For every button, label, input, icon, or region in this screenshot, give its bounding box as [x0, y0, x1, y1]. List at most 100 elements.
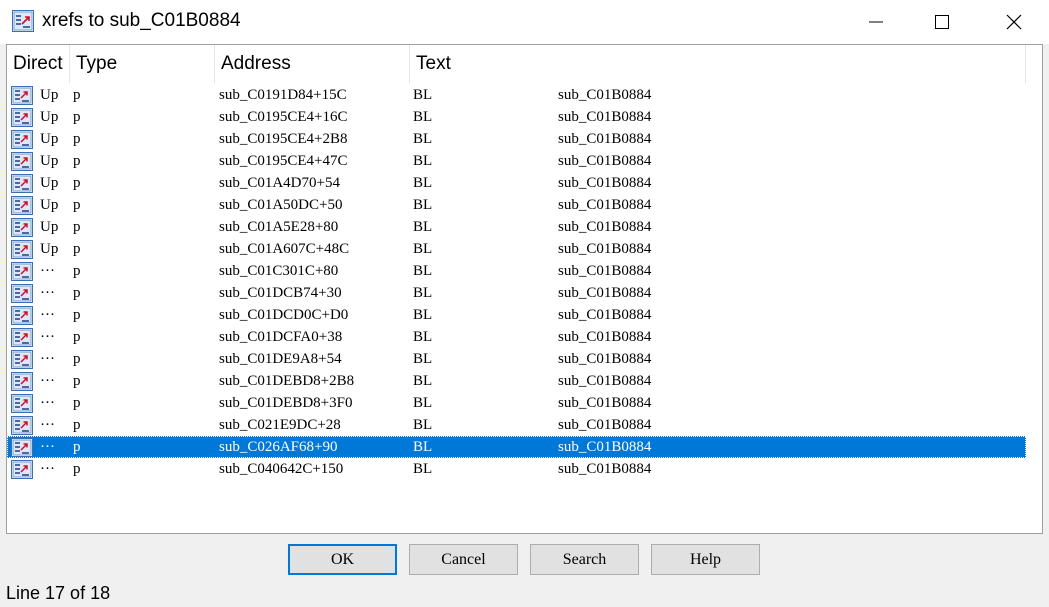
minimize-icon: [869, 21, 883, 23]
table-row[interactable]: ··· p sub_C040642C+150 BL sub_C01B0884: [7, 458, 1026, 480]
cell-target: sub_C01B0884: [558, 241, 652, 257]
table-row[interactable]: ··· p sub_C01DCB74+30 BL sub_C01B0884: [7, 282, 1026, 304]
xref-item-icon: [11, 174, 33, 193]
table-row[interactable]: Up p sub_C01A607C+48C BL sub_C01B0884: [7, 238, 1026, 260]
cell-address: sub_C01DCFA0+38: [219, 329, 343, 345]
cell-target: sub_C01B0884: [558, 219, 652, 235]
table-row[interactable]: ··· p sub_C01C301C+80 BL sub_C01B0884: [7, 260, 1026, 282]
cell-direction: Up: [40, 109, 59, 125]
cell-instruction: BL: [413, 109, 433, 125]
cell-type: p: [73, 351, 81, 367]
column-header-type[interactable]: Type: [70, 45, 215, 83]
cell-direction: Up: [40, 153, 59, 169]
cell-instruction: BL: [413, 329, 433, 345]
xref-item-icon: [11, 328, 33, 347]
xref-item-icon: [11, 394, 33, 413]
table-row[interactable]: ··· p sub_C01DCFA0+38 BL sub_C01B0884: [7, 326, 1026, 348]
cell-target: sub_C01B0884: [558, 395, 652, 411]
cell-instruction: BL: [413, 417, 433, 433]
table-row[interactable]: Up p sub_C0195CE4+16C BL sub_C01B0884: [7, 106, 1026, 128]
status-line-text: Line 17 of 18: [6, 583, 111, 603]
column-header-direction[interactable]: Direct: [7, 45, 70, 83]
cell-type: p: [73, 417, 81, 433]
ok-button[interactable]: OK: [288, 544, 397, 575]
cell-direction: ···: [40, 417, 55, 433]
table-row[interactable]: ··· p sub_C026AF68+90 BL sub_C01B0884: [7, 436, 1026, 458]
cancel-button[interactable]: Cancel: [409, 544, 518, 575]
cell-address: sub_C0195CE4+47C: [219, 153, 348, 169]
xref-item-icon: [11, 262, 33, 281]
cell-address: sub_C01A50DC+50: [219, 197, 343, 213]
status-bar: Line 17 of 18: [0, 578, 1049, 607]
cell-type: p: [73, 241, 81, 257]
cell-address: sub_C0191D84+15C: [219, 87, 347, 103]
cell-instruction: BL: [413, 285, 433, 301]
xref-item-icon: [11, 350, 33, 369]
cell-target: sub_C01B0884: [558, 285, 652, 301]
cell-type: p: [73, 439, 81, 455]
cell-address: sub_C026AF68+90: [219, 439, 338, 455]
minimize-button[interactable]: [846, 0, 906, 44]
table-row[interactable]: ··· p sub_C01DEBD8+3F0 BL sub_C01B0884: [7, 392, 1026, 414]
cell-type: p: [73, 461, 81, 477]
cell-target: sub_C01B0884: [558, 175, 652, 191]
cell-type: p: [73, 263, 81, 279]
xref-item-icon: [11, 306, 33, 325]
cell-direction: Up: [40, 241, 59, 257]
maximize-icon: [935, 15, 949, 29]
table-row[interactable]: ··· p sub_C01DEBD8+2B8 BL sub_C01B0884: [7, 370, 1026, 392]
cell-address: sub_C01A607C+48C: [219, 241, 350, 257]
cell-instruction: BL: [413, 87, 433, 103]
close-button[interactable]: [984, 0, 1044, 44]
vertical-scrollbar[interactable]: [1026, 45, 1042, 533]
cell-type: p: [73, 329, 81, 345]
cell-instruction: BL: [413, 197, 433, 213]
cell-direction: Up: [40, 197, 59, 213]
cell-address: sub_C01DCB74+30: [219, 285, 342, 301]
table-row[interactable]: Up p sub_C0191D84+15C BL sub_C01B0884: [7, 84, 1026, 106]
cell-direction: ···: [40, 439, 55, 455]
table-row[interactable]: ··· p sub_C01DCD0C+D0 BL sub_C01B0884: [7, 304, 1026, 326]
cell-instruction: BL: [413, 307, 433, 323]
title-bar: xrefs to sub_C01B0884: [0, 0, 1049, 44]
table-row[interactable]: Up p sub_C01A4D70+54 BL sub_C01B0884: [7, 172, 1026, 194]
xrefs-list[interactable]: Direct Type Address Text Up p sub_C0191D84…: [6, 44, 1043, 534]
table-row[interactable]: Up p sub_C01A50DC+50 BL sub_C01B0884: [7, 194, 1026, 216]
table-row[interactable]: Up p sub_C0195CE4+47C BL sub_C01B0884: [7, 150, 1026, 172]
cell-type: p: [73, 285, 81, 301]
help-button[interactable]: Help: [651, 544, 760, 575]
xref-item-icon: [11, 130, 33, 149]
column-header-address[interactable]: Address: [215, 45, 410, 83]
cell-type: p: [73, 373, 81, 389]
cell-target: sub_C01B0884: [558, 351, 652, 367]
column-header-text[interactable]: Text: [410, 45, 1026, 83]
cell-address: sub_C01C301C+80: [219, 263, 339, 279]
cell-target: sub_C01B0884: [558, 461, 652, 477]
cell-type: p: [73, 131, 81, 147]
cell-direction: ···: [40, 351, 55, 367]
cell-type: p: [73, 87, 81, 103]
table-row[interactable]: ··· p sub_C021E9DC+28 BL sub_C01B0884: [7, 414, 1026, 436]
table-row[interactable]: Up p sub_C0195CE4+2B8 BL sub_C01B0884: [7, 128, 1026, 150]
xref-item-icon: [11, 108, 33, 127]
cell-address: sub_C0195CE4+16C: [219, 109, 348, 125]
cell-address: sub_C01DCD0C+D0: [219, 307, 349, 323]
cell-address: sub_C01A4D70+54: [219, 175, 340, 191]
maximize-button[interactable]: [912, 0, 972, 44]
list-rows: Up p sub_C0191D84+15C BL sub_C01B0884 Up p sub_…: [7, 84, 1026, 480]
cell-target: sub_C01B0884: [558, 307, 652, 323]
cell-address: sub_C01DEBD8+3F0: [219, 395, 353, 411]
cell-instruction: BL: [413, 461, 433, 477]
xref-list-icon: [12, 10, 34, 32]
cell-direction: ···: [40, 263, 55, 279]
cell-address: sub_C0195CE4+2B8: [219, 131, 348, 147]
close-icon: [1006, 14, 1022, 30]
cell-instruction: BL: [413, 241, 433, 257]
table-row[interactable]: ··· p sub_C01DE9A8+54 BL sub_C01B0884: [7, 348, 1026, 370]
cell-target: sub_C01B0884: [558, 417, 652, 433]
search-button[interactable]: Search: [530, 544, 639, 575]
xref-item-icon: [11, 372, 33, 391]
cell-target: sub_C01B0884: [558, 87, 652, 103]
table-row[interactable]: Up p sub_C01A5E28+80 BL sub_C01B0884: [7, 216, 1026, 238]
cell-target: sub_C01B0884: [558, 131, 652, 147]
